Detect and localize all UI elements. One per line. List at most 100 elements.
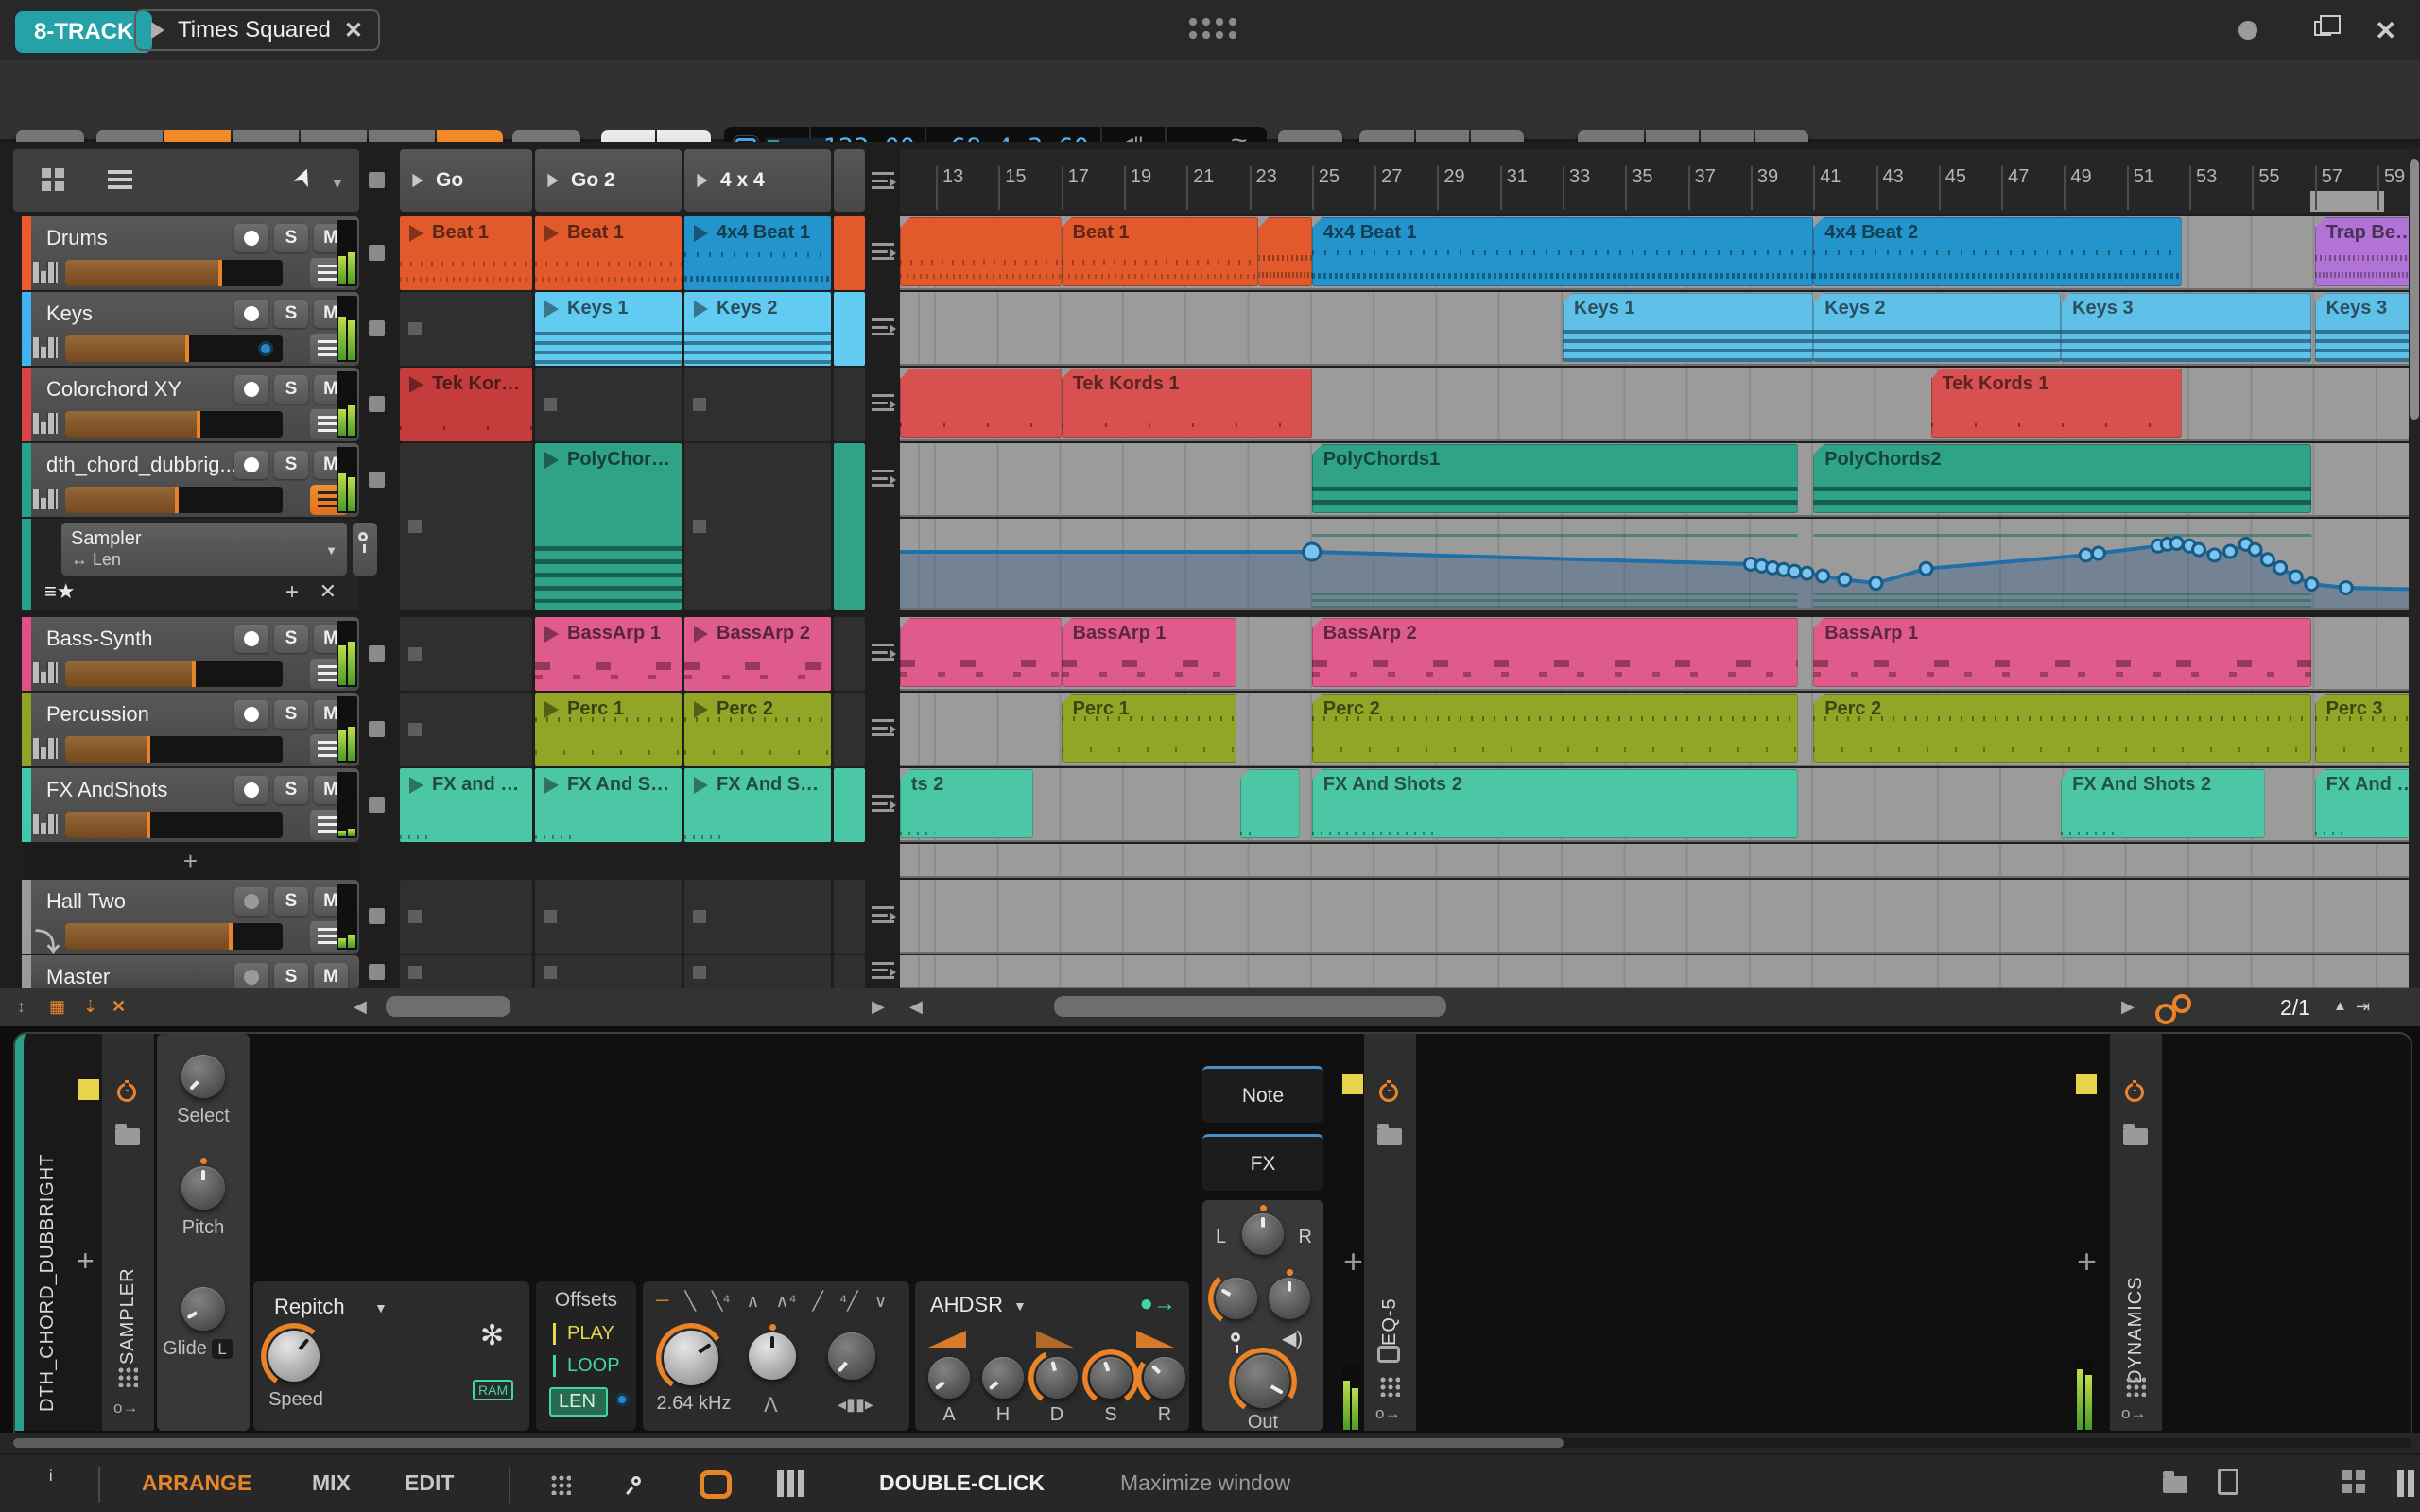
select-knob[interactable]: [182, 1055, 225, 1098]
track-header-dth-chord-dubbrig-[interactable]: dth_chord_dubbrig...SM: [22, 443, 359, 517]
arranger-clip-bassarp-1[interactable]: BassArp 1: [1062, 618, 1237, 687]
launcher-clip[interactable]: BassArp 2: [684, 617, 831, 691]
ruler-bar-33[interactable]: 33: [1563, 166, 1590, 210]
clip-stop-button[interactable]: [369, 721, 385, 737]
clip-slot[interactable]: [400, 880, 532, 954]
arranger-clip[interactable]: [900, 217, 1062, 286]
filter-type-row[interactable]: ─ ╲╲⁴ ∧∧⁴ ╱⁴╱ ∨: [656, 1291, 888, 1313]
clip-slot[interactable]: Keys 2: [684, 292, 831, 366]
filter-hp-icon[interactable]: ╱: [813, 1291, 823, 1313]
track-name[interactable]: Master: [46, 965, 110, 988]
arranger-clip[interactable]: [900, 369, 1062, 438]
clip-slot[interactable]: [535, 955, 682, 988]
attack-knob[interactable]: [928, 1357, 970, 1399]
track-volume-fader[interactable]: [65, 923, 283, 950]
track-solo-button[interactable]: S: [274, 776, 308, 804]
clip-slot[interactable]: Perc 2: [684, 693, 831, 766]
track-arm-button[interactable]: [234, 625, 268, 653]
page-indicator[interactable]: 2/1: [2280, 995, 2310, 1021]
clip-slot[interactable]: PolyChords1: [535, 443, 682, 610]
ruler-bar-49[interactable]: 49: [2064, 166, 2091, 210]
eq-display-toggle-icon[interactable]: [1377, 1346, 1400, 1363]
clip-stop-button[interactable]: [369, 964, 385, 980]
clip-slot[interactable]: [834, 880, 865, 954]
scene-header-go[interactable]: Go: [400, 149, 532, 212]
engine-indicator-icon[interactable]: [2238, 21, 2257, 40]
automation-remove-button[interactable]: ✕: [320, 579, 337, 604]
arranger-clip[interactable]: [900, 618, 1062, 687]
sampler-preset-icon[interactable]: [115, 1128, 140, 1145]
freeze-icon[interactable]: ✻: [480, 1319, 504, 1352]
note-io-icon[interactable]: [630, 1474, 643, 1487]
arranger-clip-perc-3[interactable]: Perc 3: [2315, 694, 2420, 763]
scene-header-go2[interactable]: Go 2: [535, 149, 682, 212]
track-volume-fader[interactable]: [65, 736, 283, 763]
track-header-colorchord-xy[interactable]: Colorchord XYSM: [22, 368, 359, 441]
arranger-lane[interactable]: [900, 955, 2420, 988]
modulation-dot[interactable]: [258, 341, 273, 356]
arranger-clip-beat-1[interactable]: Beat 1: [1062, 217, 1259, 286]
arranger-clip-keys-2[interactable]: Keys 2: [1813, 293, 2061, 362]
track-launcher-options-icon[interactable]: [872, 719, 894, 736]
filter-lp4-icon[interactable]: ╲⁴: [712, 1291, 731, 1313]
ram-icon[interactable]: RAM: [473, 1380, 513, 1400]
launcher-clip[interactable]: Keys 2: [684, 292, 831, 366]
track-arm-button[interactable]: [234, 887, 268, 916]
add-track-button[interactable]: +: [22, 844, 359, 878]
clip-slot[interactable]: Keys 1: [535, 292, 682, 366]
clip-stop-button[interactable]: [369, 908, 385, 924]
ruler-bar-13[interactable]: 13: [936, 166, 963, 210]
track-name[interactable]: Keys: [46, 301, 93, 326]
clip-slot[interactable]: [684, 443, 831, 610]
clip-slot[interactable]: [684, 880, 831, 954]
spread-knob[interactable]: [1269, 1278, 1310, 1319]
automation-follow-icon[interactable]: [2155, 994, 2193, 1021]
launcher-clip[interactable]: Perc 1: [535, 693, 682, 766]
arranger-lane[interactable]: PolyChords1PolyChords2: [900, 443, 2420, 517]
arranger-lane[interactable]: Perc 1Perc 2Perc 2Perc 3: [900, 693, 2420, 766]
track-header-hall-two[interactable]: Hall TwoSM⤵: [22, 880, 359, 954]
offset-len[interactable]: LEN: [549, 1387, 608, 1417]
track-header-percussion[interactable]: PercussionSM: [22, 693, 359, 766]
launcher-clip[interactable]: Beat 1: [400, 216, 532, 290]
clip-slot[interactable]: [834, 292, 865, 366]
track-volume-fader[interactable]: [65, 335, 283, 362]
offset-play[interactable]: PLAY: [553, 1323, 614, 1345]
dyn-select-handle[interactable]: [2076, 1074, 2097, 1094]
playback-mode-select[interactable]: Repitch: [274, 1295, 345, 1319]
track-solo-button[interactable]: S: [274, 451, 308, 479]
pan-knob[interactable]: [1242, 1213, 1284, 1255]
launcher-clip[interactable]: BassArp 1: [535, 617, 682, 691]
arranger-lane[interactable]: [900, 880, 2420, 954]
fx-tab[interactable]: FX: [1202, 1134, 1323, 1191]
offset-len-modulation-dot[interactable]: [615, 1393, 629, 1406]
ruler-bar-45[interactable]: 45: [1939, 166, 1966, 210]
dynamics-remote-icon[interactable]: [2125, 1376, 2146, 1397]
dynamics-preset-icon[interactable]: [2123, 1128, 2148, 1145]
launcher-scroll-right[interactable]: ▶: [872, 997, 885, 1017]
launcher-clip[interactable]: FX And Shots 2: [535, 768, 682, 842]
arranger-lane[interactable]: BassArp 1BassArp 2BassArp 1: [900, 617, 2420, 691]
track-solo-button[interactable]: S: [274, 887, 308, 916]
arranger-clip-keys-3[interactable]: Keys 3: [2061, 293, 2311, 362]
cutoff-value[interactable]: 2.64 kHz: [647, 1393, 741, 1415]
track-header-master[interactable]: MasterSM: [22, 955, 359, 988]
arranger-clip-polychords1[interactable]: PolyChords1: [1312, 444, 1798, 513]
window-close-icon[interactable]: ✕: [2375, 15, 2396, 46]
velocity-knob[interactable]: [1216, 1278, 1257, 1319]
hold-knob[interactable]: [982, 1357, 1024, 1399]
clip-slot[interactable]: [535, 880, 682, 954]
track-solo-button[interactable]: S: [274, 375, 308, 404]
clip-stop-button[interactable]: [369, 645, 385, 662]
arranger-lane[interactable]: Keys 1Keys 2Keys 3Keys 3: [900, 292, 2420, 366]
filter-bp-icon[interactable]: ∧: [747, 1291, 760, 1313]
clear-icon[interactable]: ✕: [112, 997, 126, 1017]
ruler-bar-27[interactable]: 27: [1374, 166, 1402, 210]
ruler-bar-31[interactable]: 31: [1500, 166, 1528, 210]
dynamics-power-icon[interactable]: [2125, 1083, 2144, 1102]
track-name[interactable]: Colorchord XY: [46, 377, 182, 402]
track-launcher-options-icon[interactable]: [872, 644, 894, 661]
arranger-scroll-right[interactable]: ▶: [2121, 997, 2135, 1017]
arranger-clip-perc-2[interactable]: Perc 2: [1312, 694, 1798, 763]
arranger-lane[interactable]: Tek Kords 1Tek Kords 1: [900, 368, 2420, 441]
